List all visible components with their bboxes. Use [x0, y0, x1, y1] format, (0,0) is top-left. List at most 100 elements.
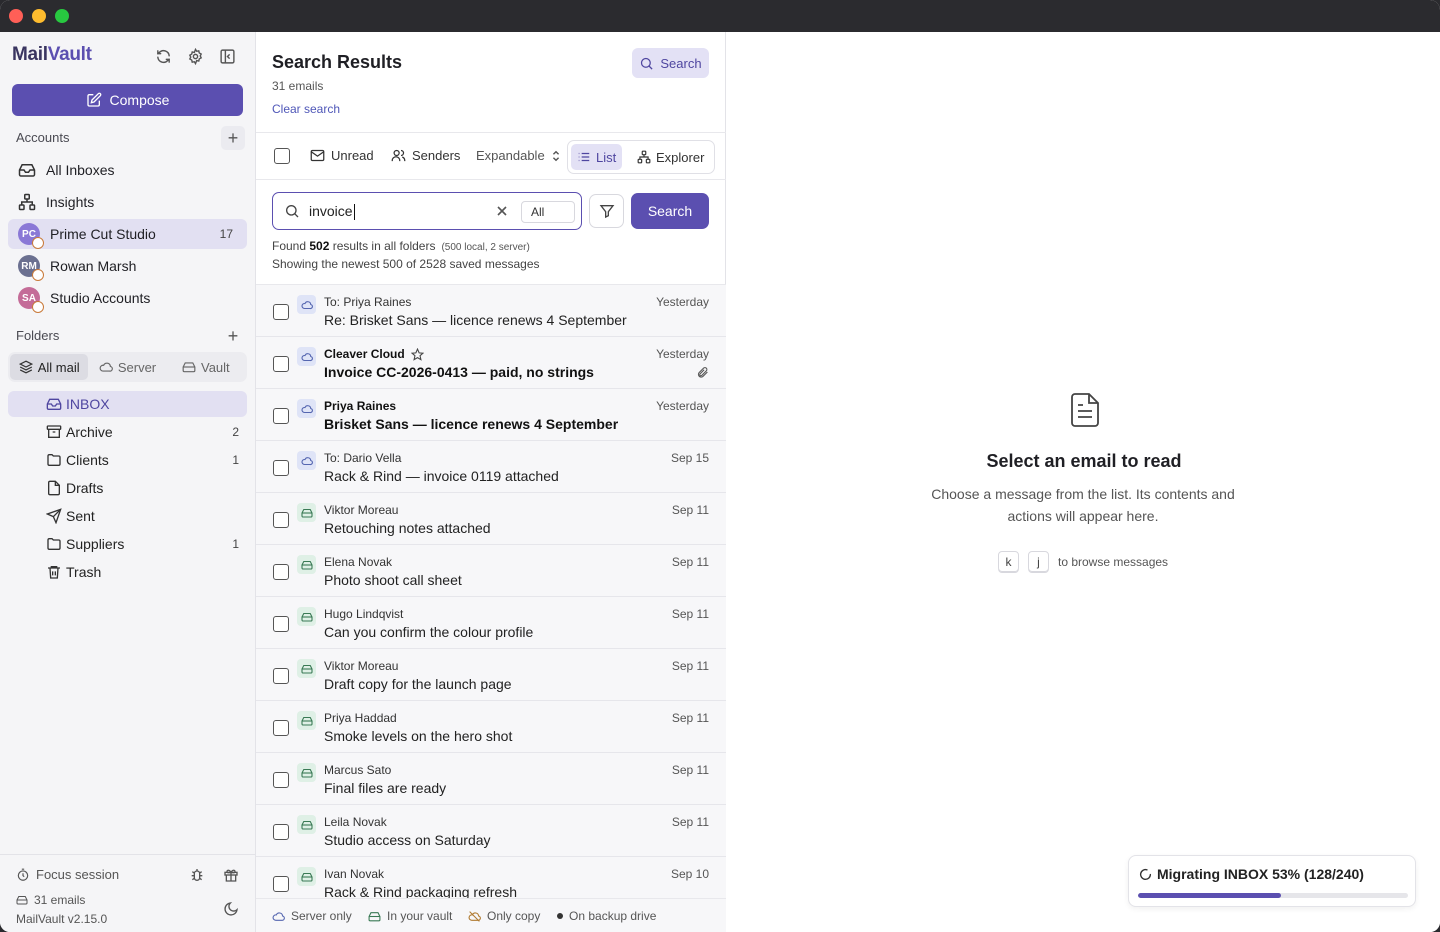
sender-name: To: Dario Vella: [324, 451, 402, 465]
message-date: Sep 15: [670, 451, 709, 465]
clear-input-icon[interactable]: [496, 205, 508, 217]
message-subject: Rack & Rind packaging refresh: [324, 884, 517, 898]
folder-drafts[interactable]: Drafts: [8, 475, 247, 501]
drive-icon: [16, 896, 28, 905]
message-checkbox[interactable]: [273, 720, 289, 736]
send-icon: [46, 508, 62, 524]
message-checkbox[interactable]: [273, 408, 289, 424]
reading-pane: Select an email to read Choose a message…: [726, 32, 1440, 932]
chevron-updown-icon: [552, 150, 559, 161]
message-row[interactable]: Hugo Lindqvist Can you confirm the colour…: [256, 597, 726, 649]
view-explorer-button[interactable]: Explorer: [631, 144, 710, 170]
expandable-select[interactable]: Expandable: [476, 148, 561, 163]
message-checkbox[interactable]: [273, 356, 289, 372]
drive-icon: [297, 607, 316, 626]
folder-suppliers[interactable]: Suppliers 1: [8, 531, 247, 557]
explorer-view-label: Explorer: [656, 149, 705, 165]
message-row[interactable]: Viktor Moreau Retouching notes attached Se…: [256, 493, 726, 545]
message-row[interactable]: Marcus Sato Final files are ready Sep 11: [256, 753, 726, 805]
folder-trash[interactable]: Trash: [8, 559, 247, 585]
message-sender: Viktor Moreau: [324, 503, 398, 517]
message-row[interactable]: Ivan Novak Rack & Rind packaging refresh S…: [256, 857, 726, 898]
results-count: 31 emails: [272, 79, 324, 93]
folder-clients[interactable]: Clients 1: [8, 447, 247, 473]
folder-sent[interactable]: Sent: [8, 503, 247, 529]
folder-inbox[interactable]: INBOX: [8, 391, 247, 417]
filter-unread-button[interactable]: Unread: [310, 148, 374, 163]
migration-progress-fill: [1138, 893, 1282, 898]
refresh-icon[interactable]: [153, 46, 173, 66]
logo-part-1: Mail: [12, 44, 48, 65]
segment-all-mail[interactable]: All mail: [10, 354, 89, 380]
folder-archive[interactable]: Archive 2: [8, 419, 247, 445]
moon-icon[interactable]: [223, 901, 239, 920]
clear-search-link[interactable]: Clear search: [272, 102, 340, 116]
gift-icon[interactable]: [223, 867, 239, 886]
sidebar: MailVault Compose Accounts + All Inboxes…: [0, 32, 256, 932]
sender-name: Elena Novak: [324, 555, 393, 569]
focus-session-button[interactable]: Focus session: [16, 867, 119, 882]
message-row[interactable]: Elena Novak Photo shoot call sheet Sep 11: [256, 545, 726, 597]
message-date: Yesterday: [656, 347, 709, 361]
gear-icon[interactable]: [185, 46, 205, 66]
key-k: k: [998, 551, 1019, 572]
message-row[interactable]: To: Dario Vella Rack & Rind — invoice 011…: [256, 441, 726, 493]
message-row[interactable]: Priya Raines Brisket Sans — licence renew…: [256, 389, 726, 441]
folders-label: Folders: [16, 328, 60, 343]
message-checkbox[interactable]: [273, 512, 289, 528]
message-subject: Invoice CC-2026-0413 — paid, no strings: [324, 364, 594, 380]
sidebar-item-insights[interactable]: Insights: [8, 187, 247, 217]
message-date: Sep 11: [671, 815, 709, 829]
message-row[interactable]: Viktor Moreau Draft copy for the launch p…: [256, 649, 726, 701]
draft-icon: [48, 480, 60, 496]
search-toggle-button[interactable]: Search: [632, 48, 709, 78]
message-checkbox[interactable]: [273, 876, 289, 892]
message-row[interactable]: Cleaver Cloud Invoice CC-2026-0413 — paid…: [256, 337, 726, 389]
compose-button[interactable]: Compose: [12, 84, 243, 116]
message-row[interactable]: Priya Haddad Smoke levels on the hero sho…: [256, 701, 726, 753]
group-senders-button[interactable]: Senders: [391, 148, 460, 163]
search-scope-select[interactable]: All: [521, 201, 575, 223]
search-submit-button[interactable]: Search: [631, 193, 709, 229]
filter-button[interactable]: [589, 194, 624, 228]
message-checkbox[interactable]: [273, 616, 289, 632]
sidebar-account-studio-accounts[interactable]: SA Studio Accounts: [8, 283, 247, 313]
message-subject: Smoke levels on the hero shot: [324, 728, 513, 744]
close-window-button[interactable]: [9, 9, 23, 23]
keyboard-hint: k j to browse messages: [998, 551, 1168, 572]
storage-legend: Server only In your vault Only copy On b…: [256, 898, 726, 932]
minimize-window-button[interactable]: [32, 9, 46, 23]
message-checkbox[interactable]: [273, 460, 289, 476]
message-sender: Viktor Moreau: [324, 659, 398, 673]
segment-server[interactable]: Server: [88, 354, 166, 380]
inbox-icon: [46, 398, 62, 410]
add-folder-button[interactable]: +: [221, 324, 245, 348]
sidebar-item-all-inboxes[interactable]: All Inboxes: [8, 155, 247, 185]
found-detail: (500 local, 2 server): [441, 242, 530, 253]
zoom-window-button[interactable]: [55, 9, 69, 23]
search-query-text: invoice: [309, 203, 353, 219]
message-checkbox[interactable]: [273, 824, 289, 840]
message-checkbox[interactable]: [273, 772, 289, 788]
message-checkbox[interactable]: [273, 668, 289, 684]
segment-vault[interactable]: Vault: [167, 354, 245, 380]
bug-icon[interactable]: [189, 867, 205, 886]
select-all-checkbox[interactable]: [274, 148, 290, 164]
sidebar-account-rowan-marsh[interactable]: RM Rowan Marsh: [8, 251, 247, 281]
message-checkbox[interactable]: [273, 564, 289, 580]
view-toggle: List Explorer: [567, 140, 715, 174]
sidebar-account-prime-cut-studio[interactable]: PC Prime Cut Studio 17: [8, 219, 247, 249]
sidebar-toggle-icon[interactable]: [217, 46, 237, 66]
legend-only-copy: Only copy: [468, 909, 540, 923]
message-row[interactable]: Leila Novak Studio access on Saturday Sep …: [256, 805, 726, 857]
view-list-button[interactable]: List: [571, 144, 623, 170]
star-icon[interactable]: [410, 347, 424, 361]
page-title: Search Results: [272, 52, 403, 72]
message-checkbox[interactable]: [273, 304, 289, 320]
message-date: Yesterday: [656, 295, 709, 309]
folder-icon: [47, 454, 61, 466]
sidebar-item-label: Rowan Marsh: [50, 258, 137, 274]
search-input[interactable]: invoice All: [272, 192, 582, 230]
message-row[interactable]: To: Priya Raines Re: Brisket Sans — licen…: [256, 285, 726, 337]
add-account-button[interactable]: +: [221, 126, 245, 150]
